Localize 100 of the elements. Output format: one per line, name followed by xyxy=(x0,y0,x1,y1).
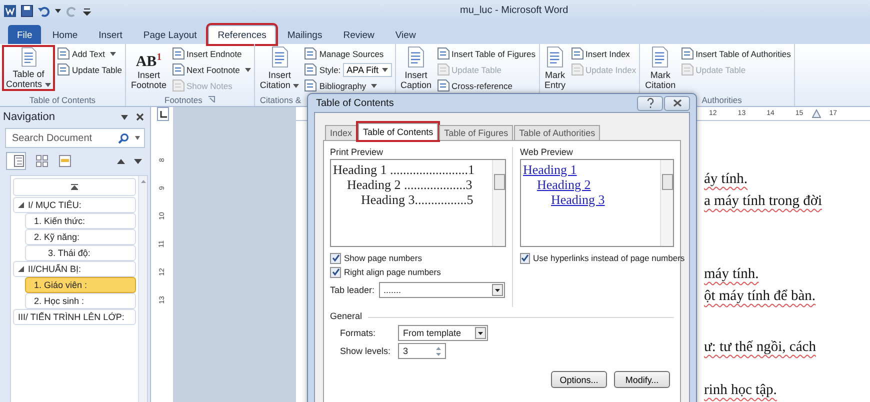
previous-icon[interactable] xyxy=(117,158,125,164)
page-icon xyxy=(436,63,450,76)
page-icon xyxy=(406,46,426,68)
preview-link[interactable]: Heading 1 xyxy=(523,162,577,177)
headings-tab[interactable] xyxy=(6,152,26,170)
ribbon-button[interactable]: Mark Entry xyxy=(542,45,569,91)
save-icon[interactable] xyxy=(21,5,33,17)
caret-icon[interactable] xyxy=(55,9,61,13)
ribbon-tab[interactable]: File xyxy=(8,25,42,44)
dialog-tab[interactable]: Table of Contents xyxy=(358,123,438,140)
tab-leader-dropdown[interactable]: ....... xyxy=(378,282,505,298)
scrollbar[interactable] xyxy=(492,160,505,246)
window-title: mu_luc - Microsoft Word xyxy=(460,5,568,16)
ribbon-button[interactable]: Insert Table of Figures xyxy=(436,46,536,61)
heading-item[interactable]: III/ TIẾN TRÌNH LÊN LỚP: xyxy=(13,309,136,325)
ribbon-button[interactable]: Insert Citation xyxy=(256,45,302,91)
ribbon-button[interactable]: Next Footnote xyxy=(170,62,252,77)
ribbon-tab[interactable]: Insert xyxy=(88,25,132,44)
ribbon-button[interactable]: Insert Index xyxy=(570,46,638,61)
ribbon-tab[interactable]: Home xyxy=(42,25,88,44)
section-label: Web Preview xyxy=(520,147,574,159)
app-icon[interactable] xyxy=(4,5,16,17)
field-label: Show levels: xyxy=(340,346,392,356)
ribbon-tab[interactable]: Page Layout xyxy=(133,25,207,44)
ribbon-button[interactable]: Add Text xyxy=(56,46,123,61)
page-icon xyxy=(304,79,318,92)
levels-spinner[interactable]: 3 xyxy=(398,343,446,359)
heading-item[interactable]: II/CHUẨN BỊ: xyxy=(13,261,136,277)
page-icon xyxy=(304,47,318,60)
ribbon-button[interactable]: Insert Table of Authorities xyxy=(680,46,792,61)
checkbox-label[interactable]: Use hyperlinks instead of page numbers xyxy=(533,253,685,263)
indent-marker[interactable] xyxy=(812,109,822,118)
expand-icon[interactable] xyxy=(18,202,24,208)
checkbox[interactable] xyxy=(330,266,341,278)
page-icon xyxy=(436,79,450,92)
dialog-tab[interactable]: Table of Authorities xyxy=(514,125,600,140)
preview-link[interactable]: Heading 3 xyxy=(551,192,605,207)
page-icon xyxy=(545,46,565,68)
heading-item[interactable]: 2. Kỹ năng: xyxy=(25,229,136,245)
page-icon xyxy=(680,63,694,76)
ribbon-tab[interactable]: References xyxy=(208,25,276,44)
group-label: Footnotes xyxy=(164,94,202,104)
ribbon-button[interactable]: Insert Caption xyxy=(398,45,435,91)
tab-selector[interactable] xyxy=(157,107,169,121)
close-button[interactable] xyxy=(664,96,690,110)
scrollbar[interactable] xyxy=(138,176,147,402)
checkbox[interactable] xyxy=(520,252,530,264)
checkbox[interactable] xyxy=(330,252,341,264)
ribbon-tab[interactable]: View xyxy=(385,25,426,44)
document-text: máy tính. xyxy=(704,265,760,284)
style-label: Style: xyxy=(319,64,341,74)
heading-item[interactable]: 3. Thái độ: xyxy=(25,245,136,261)
search-input[interactable]: Search Document xyxy=(10,132,112,144)
heading-item[interactable]: 1. Giáo viên : xyxy=(25,277,136,293)
checkbox-label[interactable]: Show page numbers xyxy=(344,253,422,263)
expand-icon[interactable] xyxy=(18,266,24,272)
ribbon-button[interactable]: Cross-reference xyxy=(436,78,536,93)
group-label: Citations & xyxy=(260,94,301,104)
preview-link[interactable]: Heading 2 xyxy=(537,177,591,192)
field-label: Formats: xyxy=(340,328,377,338)
next-icon[interactable] xyxy=(134,158,142,164)
scrollbar[interactable] xyxy=(660,160,673,246)
ribbon-tab[interactable]: Mailings xyxy=(277,25,332,44)
undo-icon[interactable] xyxy=(38,5,50,17)
ribbon-button[interactable]: Insert Endnote xyxy=(170,46,252,61)
heading-item[interactable]: 1. Kiến thức: xyxy=(25,213,136,229)
style-dropdown[interactable]: APA Fift xyxy=(342,62,392,76)
dialog-tab[interactable]: Table of Figures xyxy=(439,125,514,140)
document-text: áy tính. xyxy=(704,170,748,189)
launcher-icon[interactable] xyxy=(208,96,216,103)
modify-button[interactable]: Modify... xyxy=(614,371,670,388)
tab-stop-icon xyxy=(160,110,166,118)
checkbox-label[interactable]: Right align page numbers xyxy=(344,267,441,277)
ribbon-button[interactable]: Update Table xyxy=(56,62,123,77)
search-field[interactable]: Search Document xyxy=(5,128,145,148)
spin-icon xyxy=(436,346,441,356)
page-icon xyxy=(270,46,290,68)
section-label: Print Preview xyxy=(330,147,384,159)
dialog-tab[interactable]: Index xyxy=(325,125,358,140)
heading-item[interactable]: 2. Học sinh : xyxy=(25,293,136,309)
heading-item[interactable]: I/ MỤC TIÊU: xyxy=(13,197,136,213)
footnote-icon: AB$^{1}$ xyxy=(136,46,162,70)
ribbon-button[interactable]: Bibliography xyxy=(303,78,393,93)
close-icon[interactable] xyxy=(136,113,144,121)
ribbon-tab[interactable]: Review xyxy=(333,25,384,44)
check-icon xyxy=(521,254,529,262)
help-button[interactable] xyxy=(637,96,663,110)
options-button[interactable]: Options... xyxy=(551,371,607,388)
caret-icon[interactable] xyxy=(121,114,128,120)
customize-icon[interactable] xyxy=(83,6,91,16)
caret-icon[interactable] xyxy=(135,136,140,140)
ribbon-button[interactable]: Manage Sources xyxy=(303,46,393,61)
preview-heading: Heading 3................5 xyxy=(360,192,474,207)
collapse-icon xyxy=(71,184,78,190)
search-icon[interactable] xyxy=(118,132,129,144)
ribbon-button[interactable]: AB$^{1}$ Insert Footnote xyxy=(128,45,170,91)
ribbon-button[interactable]: Mark Citation xyxy=(642,45,679,91)
ribbon-button[interactable]: Table of Contents xyxy=(2,45,56,91)
field-label: Tab leader: xyxy=(330,285,375,295)
formats-dropdown[interactable]: From template xyxy=(398,325,488,341)
